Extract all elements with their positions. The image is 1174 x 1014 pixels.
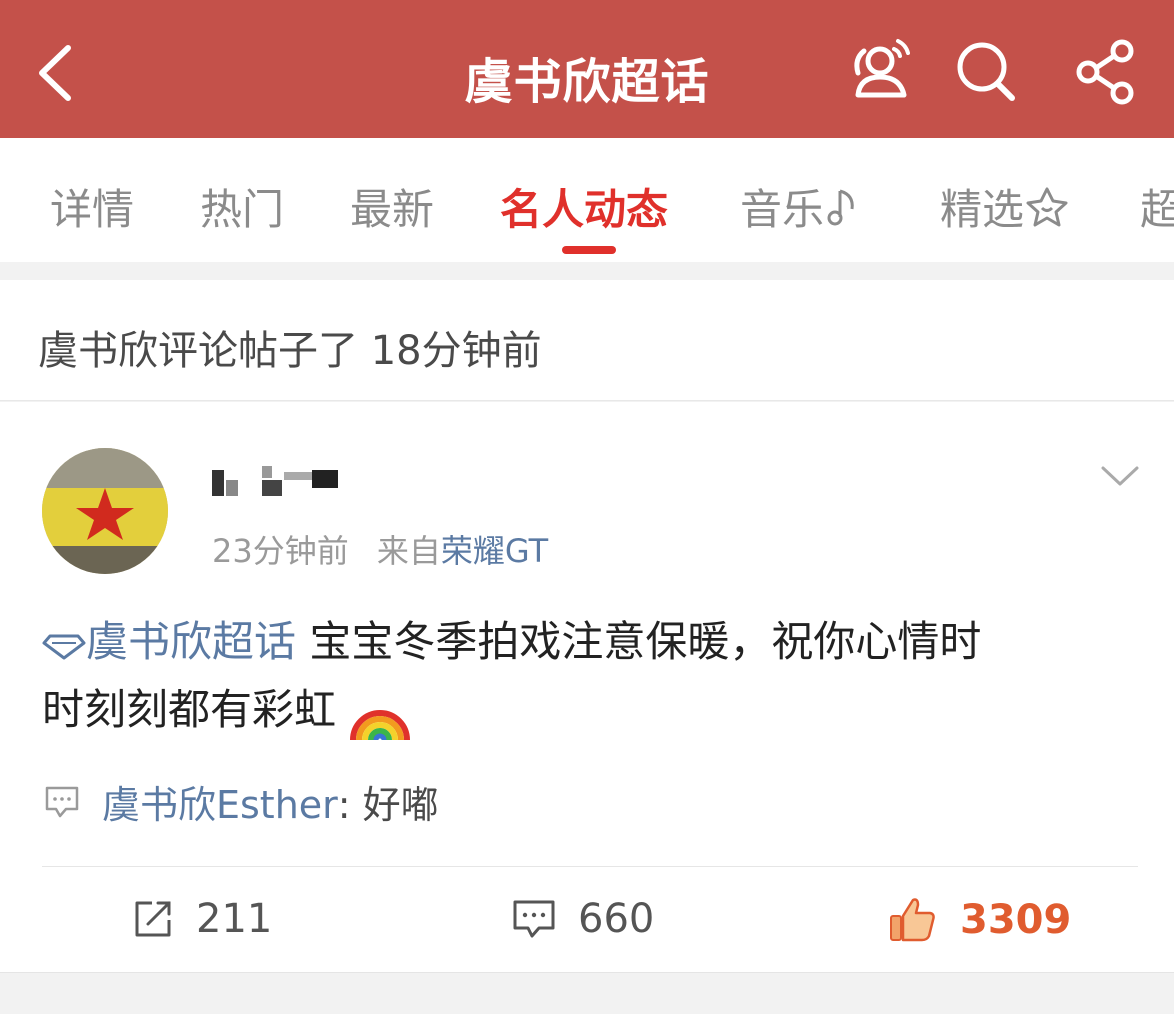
pixelated-name xyxy=(212,466,338,496)
post-text-line1: 宝宝冬季拍戏注意保暖，祝你心情时 xyxy=(309,617,982,666)
repost-button[interactable]: 211 xyxy=(132,896,272,942)
post-time: 23分钟前 xyxy=(212,532,349,570)
comment-text: : 好嘟 xyxy=(337,783,439,827)
users-icon xyxy=(854,39,910,98)
back-button[interactable] xyxy=(30,38,90,108)
username-blurred[interactable] xyxy=(212,462,342,502)
avatar[interactable] xyxy=(42,448,168,574)
tab-music[interactable]: 音乐 xyxy=(740,176,864,237)
follow-users-button[interactable] xyxy=(844,35,914,105)
post-text-line2: 时刻刻都有彩虹 xyxy=(42,685,337,734)
active-tab-indicator xyxy=(562,246,616,254)
chevron-down-icon xyxy=(1101,466,1139,486)
rainbow-emoji-icon xyxy=(350,709,411,740)
post-card: 23分钟前 来自荣耀GT 虞书欣超话 宝宝冬季拍戏注意保暖，祝你心情时 时刻刻都… xyxy=(0,402,1174,972)
like-button[interactable]: 3309 xyxy=(888,896,1071,944)
share-button[interactable] xyxy=(1072,35,1142,105)
device-link[interactable]: 荣耀GT xyxy=(441,532,548,570)
topic-link[interactable]: 虞书欣超话 xyxy=(42,617,296,666)
comment-icon xyxy=(513,900,555,938)
top-bar: 虞书欣超话 xyxy=(0,0,1174,138)
chevron-left-icon xyxy=(39,45,71,101)
post-menu-button[interactable] xyxy=(1100,462,1140,492)
sparkle-star-icon xyxy=(1026,187,1068,226)
tab-featured[interactable]: 精选 xyxy=(940,176,1070,237)
search-icon xyxy=(957,42,1015,101)
like-count: 3309 xyxy=(960,897,1072,943)
tab-celebrity-updates[interactable]: 名人动态 xyxy=(500,176,668,237)
tab-latest[interactable]: 最新 xyxy=(350,176,434,237)
comment-count: 660 xyxy=(578,896,655,942)
tab-hot[interactable]: 热门 xyxy=(200,176,284,237)
search-button[interactable] xyxy=(950,35,1020,105)
divider xyxy=(42,866,1138,867)
repost-icon xyxy=(135,901,171,937)
supertopic-diamond-icon xyxy=(42,634,86,659)
share-icon xyxy=(1076,39,1134,105)
comment-bubble-icon xyxy=(45,786,79,817)
post-content: 虞书欣超话 宝宝冬季拍戏注意保暖，祝你心情时 时刻刻都有彩虹 xyxy=(42,608,1132,744)
commenter-name[interactable]: 虞书欣Esther xyxy=(102,774,338,829)
repost-count: 211 xyxy=(196,896,273,942)
comment-button[interactable]: 660 xyxy=(512,896,654,942)
next-card-edge xyxy=(0,972,1174,1014)
tab-details[interactable]: 详情 xyxy=(50,176,134,237)
tab-more[interactable]: 超 xyxy=(1140,176,1174,237)
source-prefix: 来自 xyxy=(376,532,441,570)
post-meta: 23分钟前 来自荣耀GT xyxy=(212,526,548,572)
activity-notice[interactable]: 虞书欣评论帖子了 18分钟前 xyxy=(0,280,1174,401)
highlighted-comment[interactable]: 虞书欣Esther: 好嘟 xyxy=(44,774,439,829)
tab-bar: 详情 热门 最新 名人动态 音乐 精选 超 xyxy=(0,138,1174,262)
avatar-image xyxy=(42,448,168,574)
music-note-icon xyxy=(827,189,854,225)
thumbs-up-icon xyxy=(890,898,935,942)
activity-text: 虞书欣评论帖子了 18分钟前 xyxy=(38,328,542,374)
